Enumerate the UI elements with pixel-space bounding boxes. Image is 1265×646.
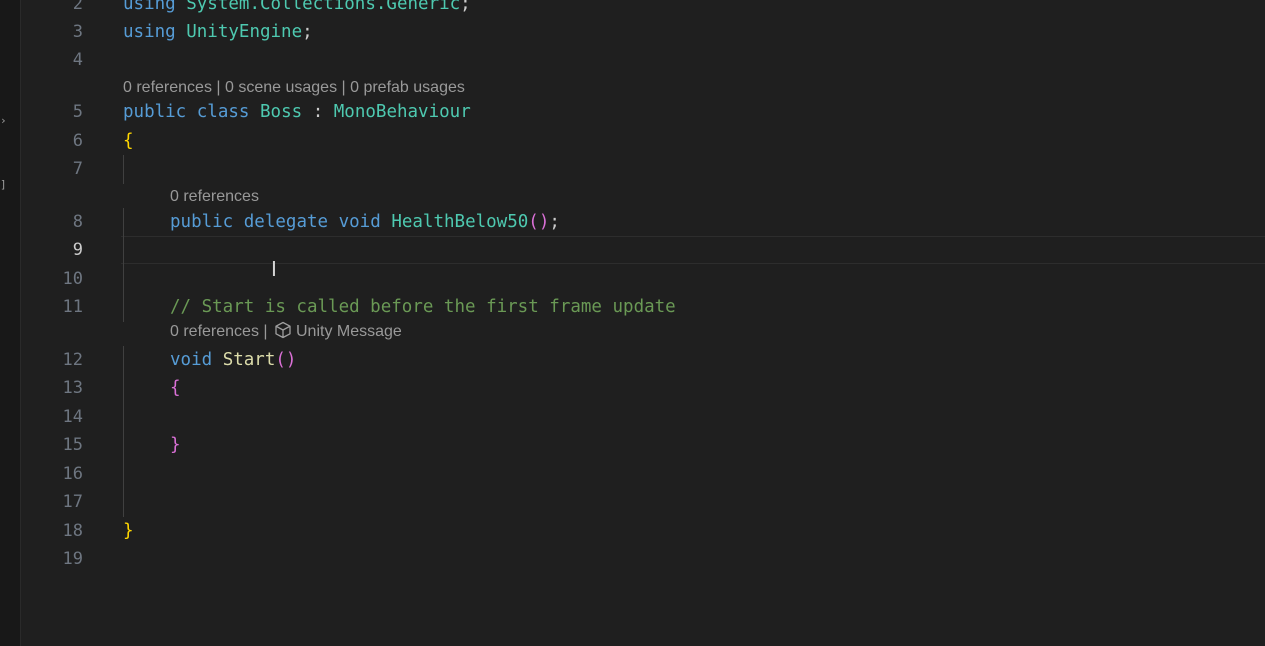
code-line-12[interactable]: void Start() — [170, 346, 296, 374]
line-number: 19 — [62, 549, 83, 569]
text-cursor-icon: I — [271, 257, 277, 281]
code-line-11[interactable]: // Start is called before the first fram… — [170, 293, 676, 321]
code-line-13[interactable]: { — [170, 374, 181, 402]
line-number: 16 — [62, 464, 83, 484]
bracket-icon[interactable]: ] — [0, 178, 7, 191]
codelens-start[interactable]: 0 references | Unity Message — [170, 321, 402, 343]
line-number: 14 — [62, 407, 83, 427]
line-number: 11 — [62, 297, 83, 317]
chevron-right-icon[interactable]: › — [0, 114, 7, 127]
line-number-active: 9 — [72, 240, 83, 260]
code-line-6[interactable]: { — [123, 127, 134, 155]
code-editor[interactable]: using System.Collections.Generic; using … — [121, 0, 1265, 646]
line-number: 7 — [72, 159, 83, 179]
line-number: 4 — [72, 50, 83, 70]
line-number: 3 — [72, 22, 83, 42]
unity-message-tag[interactable]: Unity Message — [296, 323, 402, 340]
activity-bar-edge: › ] — [0, 0, 21, 646]
line-number: 6 — [72, 131, 83, 151]
indent-guide — [123, 155, 124, 184]
code-line-3[interactable]: using UnityEngine; — [123, 18, 313, 46]
current-line-highlight — [121, 236, 1265, 264]
code-line-15[interactable]: } — [170, 431, 181, 459]
line-number: 5 — [72, 102, 83, 122]
line-number: 8 — [72, 212, 83, 232]
line-number: 17 — [62, 492, 83, 512]
codelens-delegate-references[interactable]: 0 references — [170, 186, 259, 208]
code-line-2[interactable]: using System.Collections.Generic; — [123, 0, 471, 18]
cube-icon — [275, 321, 291, 339]
line-number: 12 — [62, 350, 83, 370]
codelens-boss-references[interactable]: 0 references | 0 scene usages | 0 prefab… — [123, 77, 465, 99]
line-number-gutter: 2 3 4 5 6 7 8 9 10 11 12 13 14 15 16 17 … — [21, 0, 121, 646]
indent-guide — [123, 346, 124, 517]
code-line-5[interactable]: public class Boss : MonoBehaviour — [123, 98, 471, 126]
code-line-18[interactable]: } — [123, 517, 134, 545]
line-number: 18 — [62, 521, 83, 541]
line-number: 10 — [62, 269, 83, 289]
code-line-8[interactable]: public delegate void HealthBelow50(); — [170, 208, 560, 236]
line-number: 15 — [62, 435, 83, 455]
line-number: 13 — [62, 378, 83, 398]
codelens-start-references[interactable]: 0 references | — [170, 323, 272, 340]
indent-guide — [123, 208, 124, 322]
line-number: 2 — [72, 0, 83, 14]
